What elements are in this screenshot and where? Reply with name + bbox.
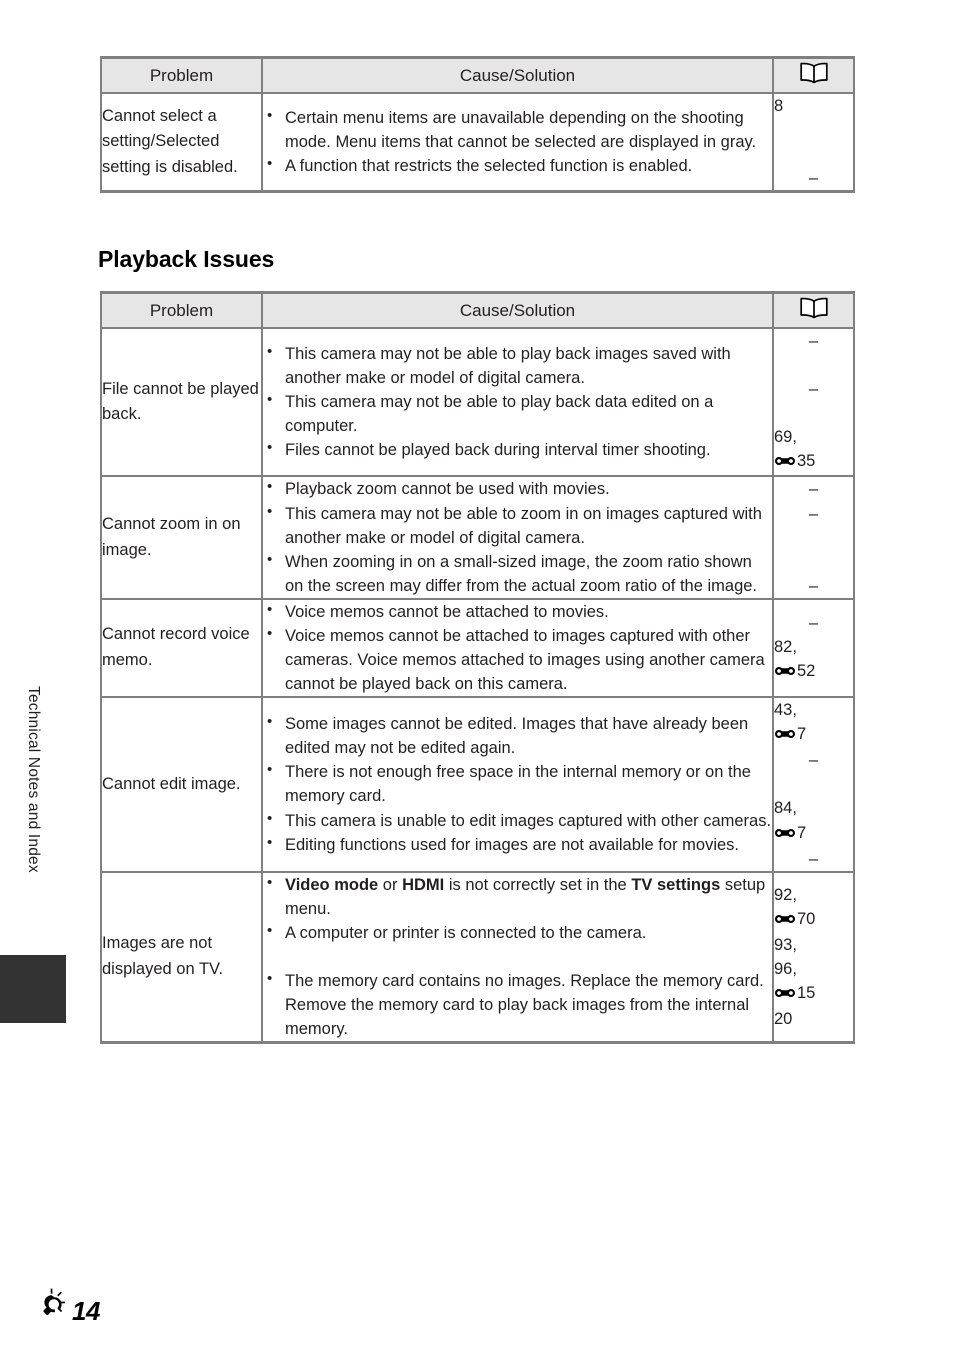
cause-bullet: The memory card contains no images. Repl… bbox=[263, 968, 772, 1041]
cause-bullet: This camera may not be able to play back… bbox=[263, 341, 772, 390]
reference-entry: 92, bbox=[774, 885, 797, 904]
table-row: Cannot record voice memo.Voice memos can… bbox=[100, 597, 855, 699]
cell-problem: Cannot select a setting/Selected setting… bbox=[100, 92, 263, 194]
table-header-row: Problem Cause/Solution bbox=[100, 56, 855, 94]
cause-bullet: There is not enough free space in the in… bbox=[263, 759, 772, 808]
playback-issues-table: Problem Cause/Solution File cannot be pl… bbox=[100, 291, 855, 1045]
reference-entry: – bbox=[808, 169, 819, 188]
cause-bullet: Voice memos cannot be attached to images… bbox=[263, 623, 772, 696]
cell-reference: 8 – bbox=[772, 92, 855, 194]
reference-entry: 82, bbox=[774, 637, 797, 656]
column-header-problem: Problem bbox=[100, 56, 263, 94]
table-row: Images are not displayed on TV.Video mod… bbox=[100, 870, 855, 1045]
reference-entry: – bbox=[808, 849, 819, 868]
page-number: 14 bbox=[72, 1296, 100, 1326]
reference-entry: – bbox=[808, 480, 819, 499]
cause-bullet: A function that restricts the selected f… bbox=[263, 153, 772, 178]
shooting-issues-table: Problem Cause/Solution Cannot select a s… bbox=[100, 56, 855, 194]
cell-problem: Images are not displayed on TV. bbox=[100, 870, 263, 1045]
cell-cause-solution: Video mode or HDMI is not correctly set … bbox=[261, 870, 774, 1045]
cell-reference: 92, 70 93, 96, 15 20 bbox=[772, 870, 855, 1045]
nikon-reference-mark-icon bbox=[774, 661, 796, 685]
table-header-row: Problem Cause/Solution bbox=[100, 291, 855, 329]
cell-problem: Cannot edit image. bbox=[100, 696, 263, 873]
cause-bullet: Certain menu items are unavailable depen… bbox=[263, 105, 772, 154]
sidebar-chapter-label-text: Technical Notes and Index bbox=[25, 686, 42, 873]
reference-entry: – bbox=[808, 504, 819, 523]
table-row: Cannot select a setting/Selected setting… bbox=[100, 92, 855, 194]
table-row: Cannot edit image.Some images cannot be … bbox=[100, 696, 855, 873]
cell-problem: File cannot be played back. bbox=[100, 326, 263, 478]
column-header-cause-solution: Cause/Solution bbox=[261, 56, 774, 94]
column-header-problem: Problem bbox=[100, 291, 263, 329]
reference-entry: 96, bbox=[774, 959, 797, 978]
reference-entry: 84, bbox=[774, 799, 797, 818]
cell-problem: Cannot zoom in on image. bbox=[100, 475, 263, 600]
cause-bullet: When zooming in on a small-sized image, … bbox=[263, 549, 772, 598]
reference-entry: 93, bbox=[774, 935, 797, 954]
reference-entry: 15 bbox=[774, 981, 853, 1007]
cell-problem: Cannot record voice memo. bbox=[100, 597, 263, 699]
cause-bullet: Voice memos cannot be attached to movies… bbox=[263, 599, 772, 624]
open-book-icon bbox=[799, 62, 829, 89]
reference-entry: 70 bbox=[774, 907, 853, 933]
cause-bullet: This camera is unable to edit images cap… bbox=[263, 808, 772, 833]
column-header-reference bbox=[772, 291, 855, 329]
nikon-reference-mark-icon bbox=[774, 823, 796, 847]
reference-entry: – bbox=[808, 576, 819, 595]
reference-entry: 43, bbox=[774, 701, 797, 720]
reference-entry: 69, bbox=[774, 428, 797, 447]
reference-entry: – bbox=[808, 613, 819, 632]
reference-entry: – bbox=[808, 380, 819, 399]
cause-bullet: Editing functions used for images are no… bbox=[263, 832, 772, 857]
nikon-reference-mark-icon bbox=[774, 451, 796, 475]
nikon-reference-mark-icon bbox=[774, 983, 796, 1007]
table-row: Cannot zoom in on image.Playback zoom ca… bbox=[100, 475, 855, 600]
nikon-reference-mark-icon bbox=[774, 909, 796, 933]
reference-entry: 8 bbox=[774, 97, 784, 115]
lightbulb-icon bbox=[36, 1288, 70, 1325]
cell-cause-solution: Certain menu items are unavailable depen… bbox=[261, 92, 774, 194]
reference-entry: – bbox=[808, 751, 819, 770]
reference-entry: – bbox=[808, 332, 819, 350]
cell-cause-solution: Voice memos cannot be attached to movies… bbox=[261, 597, 774, 699]
cell-reference: –82, 52 bbox=[772, 597, 855, 699]
reference-entry: 7 bbox=[774, 722, 853, 748]
cause-bullet: A computer or printer is connected to th… bbox=[263, 920, 772, 945]
cause-bullet: This camera may not be able to play back… bbox=[263, 389, 772, 438]
reference-entry: 20 bbox=[774, 1010, 793, 1029]
cell-reference: 43, 7 – 84, 7 – bbox=[772, 696, 855, 873]
column-header-reference bbox=[772, 56, 855, 94]
cause-bullet: Files cannot be played back during inter… bbox=[263, 437, 772, 462]
cell-cause-solution: Some images cannot be edited. Images tha… bbox=[261, 696, 774, 873]
cause-bullet: Playback zoom cannot be used with movies… bbox=[263, 476, 772, 501]
cause-bullet: Some images cannot be edited. Images tha… bbox=[263, 711, 772, 760]
open-book-icon bbox=[799, 297, 829, 324]
table-row: File cannot be played back.This camera m… bbox=[100, 326, 855, 478]
sidebar-chapter-label: Technical Notes and Index bbox=[0, 660, 66, 960]
sidebar-chapter-tab-marker bbox=[0, 955, 66, 1023]
cell-reference: – – 69, 35 bbox=[772, 326, 855, 478]
reference-entry: 35 bbox=[774, 449, 853, 475]
section-heading-playback-issues: Playback Issues bbox=[98, 246, 275, 272]
cell-reference: – – – bbox=[772, 475, 855, 600]
cell-cause-solution: This camera may not be able to play back… bbox=[261, 326, 774, 478]
cause-bullet: This camera may not be able to zoom in o… bbox=[263, 501, 772, 550]
nikon-reference-mark-icon bbox=[774, 724, 796, 748]
reference-entry: 7 bbox=[774, 821, 853, 847]
cell-cause-solution: Playback zoom cannot be used with movies… bbox=[261, 475, 774, 600]
cause-bullet: Video mode or HDMI is not correctly set … bbox=[263, 872, 772, 921]
column-header-cause-solution: Cause/Solution bbox=[261, 291, 774, 329]
reference-entry: 52 bbox=[774, 659, 853, 685]
page-footer: 14 bbox=[36, 1288, 100, 1327]
